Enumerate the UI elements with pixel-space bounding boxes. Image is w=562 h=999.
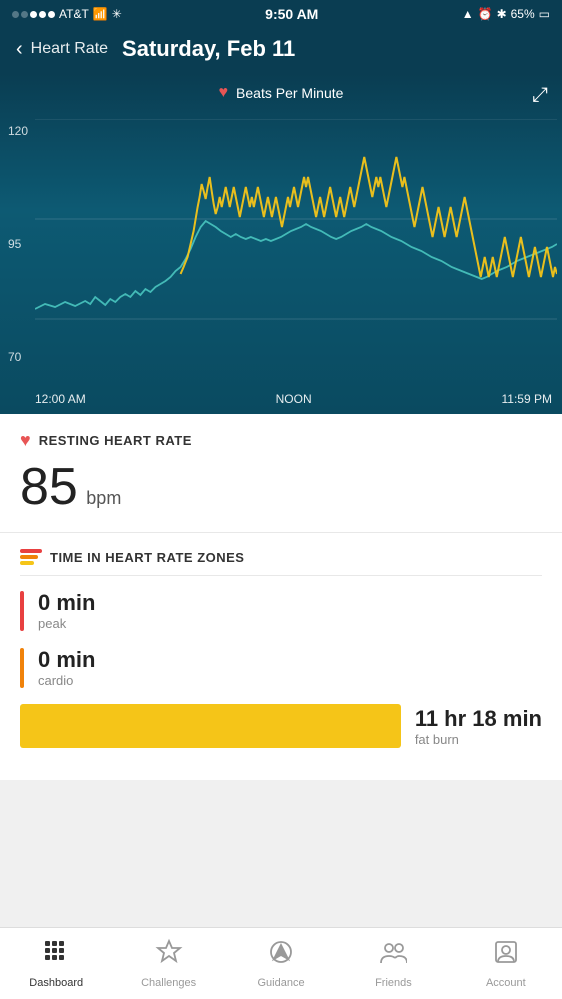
peak-label: peak	[38, 616, 542, 631]
alarm-icon: ⏰	[478, 7, 493, 21]
heart-rate-chart: ♥ Beats Per Minute ⤢ 120 95 70 12:00 AM …	[0, 74, 562, 414]
cardio-info: 0 min cardio	[38, 647, 542, 688]
battery-icon: ▭	[539, 7, 550, 21]
nav-header: ‹ Heart Rate Saturday, Feb 11	[0, 28, 562, 74]
chart-legend: ♥ Beats Per Minute	[0, 74, 562, 106]
resting-section-title: RESTING HEART RATE	[39, 433, 192, 448]
back-button[interactable]: ‹	[16, 38, 23, 61]
dot2	[21, 11, 28, 18]
chart-x-labels: 12:00 AM NOON 11:59 PM	[35, 392, 562, 406]
heart-icon: ♥	[219, 84, 229, 102]
cardio-indicator	[20, 648, 24, 688]
brightness-icon: ✳	[112, 7, 122, 21]
challenges-icon	[155, 938, 183, 973]
zones-icon	[20, 549, 42, 565]
nav-item-dashboard[interactable]: Dashboard	[0, 928, 112, 999]
bottom-nav: Dashboard Challenges Guidance Fr	[0, 927, 562, 999]
resting-value-row: 85 bpm	[20, 459, 542, 516]
fatburn-bar	[20, 704, 401, 748]
fatburn-value: 11 hr 18 min	[415, 706, 542, 732]
time-display: 9:50 AM	[265, 6, 318, 22]
dot1	[12, 11, 19, 18]
guidance-icon	[267, 938, 295, 973]
heart-rate-zones-section: TIME IN HEART RATE ZONES 0 min peak 0 mi…	[0, 533, 562, 780]
zone-row-cardio: 0 min cardio	[20, 647, 542, 688]
bluetooth-icon: ✱	[497, 7, 507, 21]
nav-item-challenges[interactable]: Challenges	[112, 928, 224, 999]
x-label-midnight: 12:00 AM	[35, 392, 86, 406]
fatburn-label: fat burn	[415, 732, 542, 747]
peak-info: 0 min peak	[38, 590, 542, 631]
dot5	[48, 11, 55, 18]
page-title: Saturday, Feb 11	[122, 36, 295, 62]
cardio-label: cardio	[38, 673, 542, 688]
y-label-95: 95	[8, 237, 28, 251]
dashboard-icon	[42, 938, 70, 973]
nav-item-account[interactable]: Account	[450, 928, 562, 999]
dot3	[30, 11, 37, 18]
resting-bpm-unit: bpm	[86, 488, 121, 508]
cardio-value: 0 min	[38, 647, 542, 673]
location-icon: ▲	[462, 7, 474, 21]
nav-spacer	[0, 780, 562, 852]
resting-heart-icon: ♥	[20, 430, 31, 451]
peak-value: 0 min	[38, 590, 542, 616]
peak-indicator	[20, 591, 24, 631]
zones-icon-cardio	[20, 555, 38, 559]
signal-dots	[12, 11, 55, 18]
battery-percent: 65%	[511, 7, 535, 21]
legend-text: Beats Per Minute	[236, 85, 343, 101]
status-bar: AT&T 📶 ✳ 9:50 AM ▲ ⏰ ✱ 65% ▭	[0, 0, 562, 28]
fatburn-info: 11 hr 18 min fat burn	[415, 706, 542, 747]
resting-section-header: ♥ RESTING HEART RATE	[20, 430, 542, 451]
x-label-night: 11:59 PM	[502, 392, 552, 406]
account-label: Account	[486, 977, 526, 989]
zone-row-peak: 0 min peak	[20, 590, 542, 631]
zones-header: TIME IN HEART RATE ZONES	[20, 549, 542, 576]
y-label-120: 120	[8, 124, 28, 138]
challenges-label: Challenges	[141, 977, 196, 989]
chart-y-labels: 120 95 70	[8, 124, 28, 364]
zone-row-fatburn: 11 hr 18 min fat burn	[20, 704, 542, 748]
expand-button[interactable]: ⤢	[532, 84, 548, 107]
zones-icon-peak	[20, 549, 42, 553]
guidance-label: Guidance	[257, 977, 304, 989]
resting-bpm-value: 85	[20, 458, 78, 516]
wifi-icon: 📶	[93, 7, 108, 21]
nav-item-guidance[interactable]: Guidance	[225, 928, 337, 999]
account-icon	[492, 938, 520, 973]
chart-svg	[35, 119, 557, 369]
resting-heart-rate-section: ♥ RESTING HEART RATE 85 bpm	[0, 414, 562, 533]
dot4	[39, 11, 46, 18]
nav-item-friends[interactable]: Friends	[337, 928, 449, 999]
status-right: ▲ ⏰ ✱ 65% ▭	[462, 7, 550, 21]
zones-section-title: TIME IN HEART RATE ZONES	[50, 550, 244, 565]
carrier-label: AT&T	[59, 7, 89, 21]
friends-icon	[379, 938, 407, 973]
y-label-70: 70	[8, 350, 28, 364]
zones-icon-fatburn	[20, 561, 34, 565]
status-left: AT&T 📶 ✳	[12, 7, 122, 21]
dashboard-label: Dashboard	[29, 977, 83, 989]
friends-label: Friends	[375, 977, 412, 989]
x-label-noon: NOON	[276, 392, 312, 406]
back-label: Heart Rate	[31, 40, 108, 58]
